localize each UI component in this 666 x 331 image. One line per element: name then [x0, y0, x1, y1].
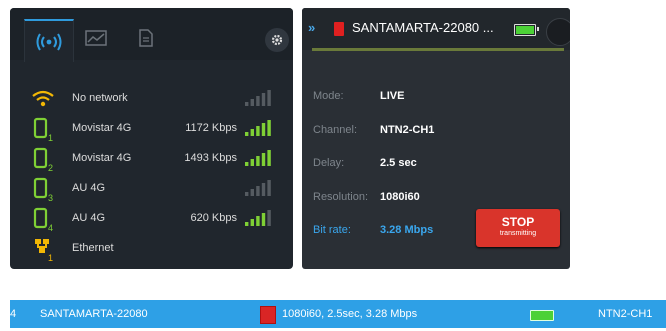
signal-bar: [267, 150, 271, 166]
header-divider: [312, 48, 564, 51]
device-menu-button[interactable]: [546, 18, 570, 46]
network-name: AU 4G: [72, 182, 106, 194]
modem-icon: 4: [33, 207, 53, 232]
network-row-modem-2[interactable]: 2 Movistar 4G 1493 Kbps: [10, 144, 293, 174]
signal-bars-icon: [245, 150, 271, 166]
device-list-row[interactable]: 4 SANTAMARTA-22080 1080i60, 2.5sec, 3.28…: [10, 300, 666, 328]
signal-bar: [245, 102, 249, 106]
signal-bar: [256, 126, 260, 136]
signal-bar: [261, 213, 266, 226]
battery-tip: [537, 27, 539, 31]
modem-icon: 2: [33, 147, 53, 172]
signal-bar: [267, 90, 271, 106]
network-rate: 620 Kbps: [190, 212, 237, 224]
signal-bar: [245, 222, 249, 226]
signal-bar: [250, 219, 254, 226]
signal-bar: [267, 210, 271, 226]
network-tabbar: [10, 8, 293, 62]
bitrate-value: 3.28 Mbps: [380, 224, 434, 236]
modem-index: 1: [48, 133, 53, 142]
signal-bar: [250, 129, 254, 136]
battery-icon: [530, 310, 554, 321]
device-title[interactable]: SANTAMARTA-22080 ...: [352, 20, 494, 35]
resolution-value: 1080i60: [380, 191, 420, 203]
signal-bar: [267, 180, 271, 196]
document-icon: [139, 29, 153, 47]
resolution-label: Resolution:: [313, 191, 369, 203]
signal-bar: [261, 153, 266, 166]
modem-icon: 1: [33, 117, 53, 142]
signal-bar: [256, 96, 260, 106]
modem-index: 4: [48, 223, 53, 232]
battery-icon: [514, 24, 539, 36]
network-row-wifi[interactable]: No network: [10, 84, 293, 114]
gear-icon: [271, 34, 283, 46]
signal-bars-icon: [245, 210, 271, 226]
network-row-modem-4[interactable]: 4 AU 4G 620 Kbps: [10, 204, 293, 234]
row-stream-info: 1080i60, 2.5sec, 3.28 Mbps: [282, 308, 418, 320]
signal-bar: [256, 186, 260, 196]
modem-icon: 3: [33, 177, 53, 202]
stop-button-sublabel: transmitting: [499, 230, 537, 237]
signal-bar: [261, 93, 266, 106]
row-device-name: SANTAMARTA-22080: [40, 308, 148, 320]
network-row-modem-3[interactable]: 3 AU 4G: [10, 174, 293, 204]
recording-status-icon: [260, 306, 276, 324]
signal-bar: [261, 123, 266, 136]
signal-bars-icon: [245, 180, 271, 196]
signal-bar: [261, 183, 266, 196]
signal-bar: [250, 99, 254, 106]
stop-transmitting-button[interactable]: STOP transmitting: [476, 209, 560, 247]
network-row-ethernet[interactable]: 1 Ethernet: [10, 234, 293, 264]
delay-label: Delay:: [313, 157, 345, 169]
device-panel: » SANTAMARTA-22080 ... Mode: LIVE Channe…: [302, 8, 570, 269]
row-index: 4: [10, 308, 17, 320]
signal-bar: [256, 156, 260, 166]
expand-chevron-icon[interactable]: »: [308, 20, 315, 35]
signal-bar: [250, 189, 254, 196]
ethernet-index: 1: [48, 253, 53, 262]
mode-value: LIVE: [380, 90, 405, 102]
tab-connections[interactable]: [24, 19, 74, 62]
signal-bar: [256, 216, 260, 226]
network-name: No network: [72, 92, 128, 104]
stop-button-label: STOP: [501, 215, 535, 229]
tab-logs[interactable]: [128, 20, 164, 56]
signal-bar: [250, 159, 254, 166]
network-name: Movistar 4G: [72, 122, 132, 134]
network-rate: 1172 Kbps: [185, 122, 237, 134]
chart-icon: [85, 30, 107, 46]
device-header: » SANTAMARTA-22080 ...: [302, 8, 570, 50]
signal-bars-icon: [245, 90, 271, 106]
tab-statistics[interactable]: [78, 20, 114, 56]
channel-label: Channel:: [313, 124, 358, 136]
delay-value: 2.5 sec: [380, 157, 417, 169]
mode-label: Mode:: [313, 90, 344, 102]
ethernet-icon: 1: [35, 239, 53, 262]
signal-bar: [245, 192, 249, 196]
network-panel: No network 1 Movistar 4G 1172 Kbps 2 Mov…: [10, 8, 293, 269]
modem-index: 3: [48, 193, 53, 202]
recording-status-icon: [334, 22, 344, 36]
signal-bar: [245, 132, 249, 136]
battery-fill: [516, 26, 534, 34]
network-name: AU 4G: [72, 212, 106, 224]
channel-value: NTN2-CH1: [380, 124, 435, 136]
network-row-modem-1[interactable]: 1 Movistar 4G 1172 Kbps: [10, 114, 293, 144]
signal-bar: [245, 162, 249, 166]
wifi-icon: [32, 90, 54, 107]
wifi-broadcast-icon: [36, 32, 62, 51]
signal-bars-icon: [245, 120, 271, 136]
network-rate: 1493 Kbps: [184, 152, 237, 164]
bitrate-label: Bit rate:: [313, 224, 351, 236]
network-name: Ethernet: [72, 242, 114, 254]
signal-bar: [267, 120, 271, 136]
network-name: Movistar 4G: [72, 152, 132, 164]
row-channel: NTN2-CH1: [598, 308, 653, 320]
modem-index: 2: [48, 163, 53, 172]
settings-button[interactable]: [265, 28, 289, 52]
